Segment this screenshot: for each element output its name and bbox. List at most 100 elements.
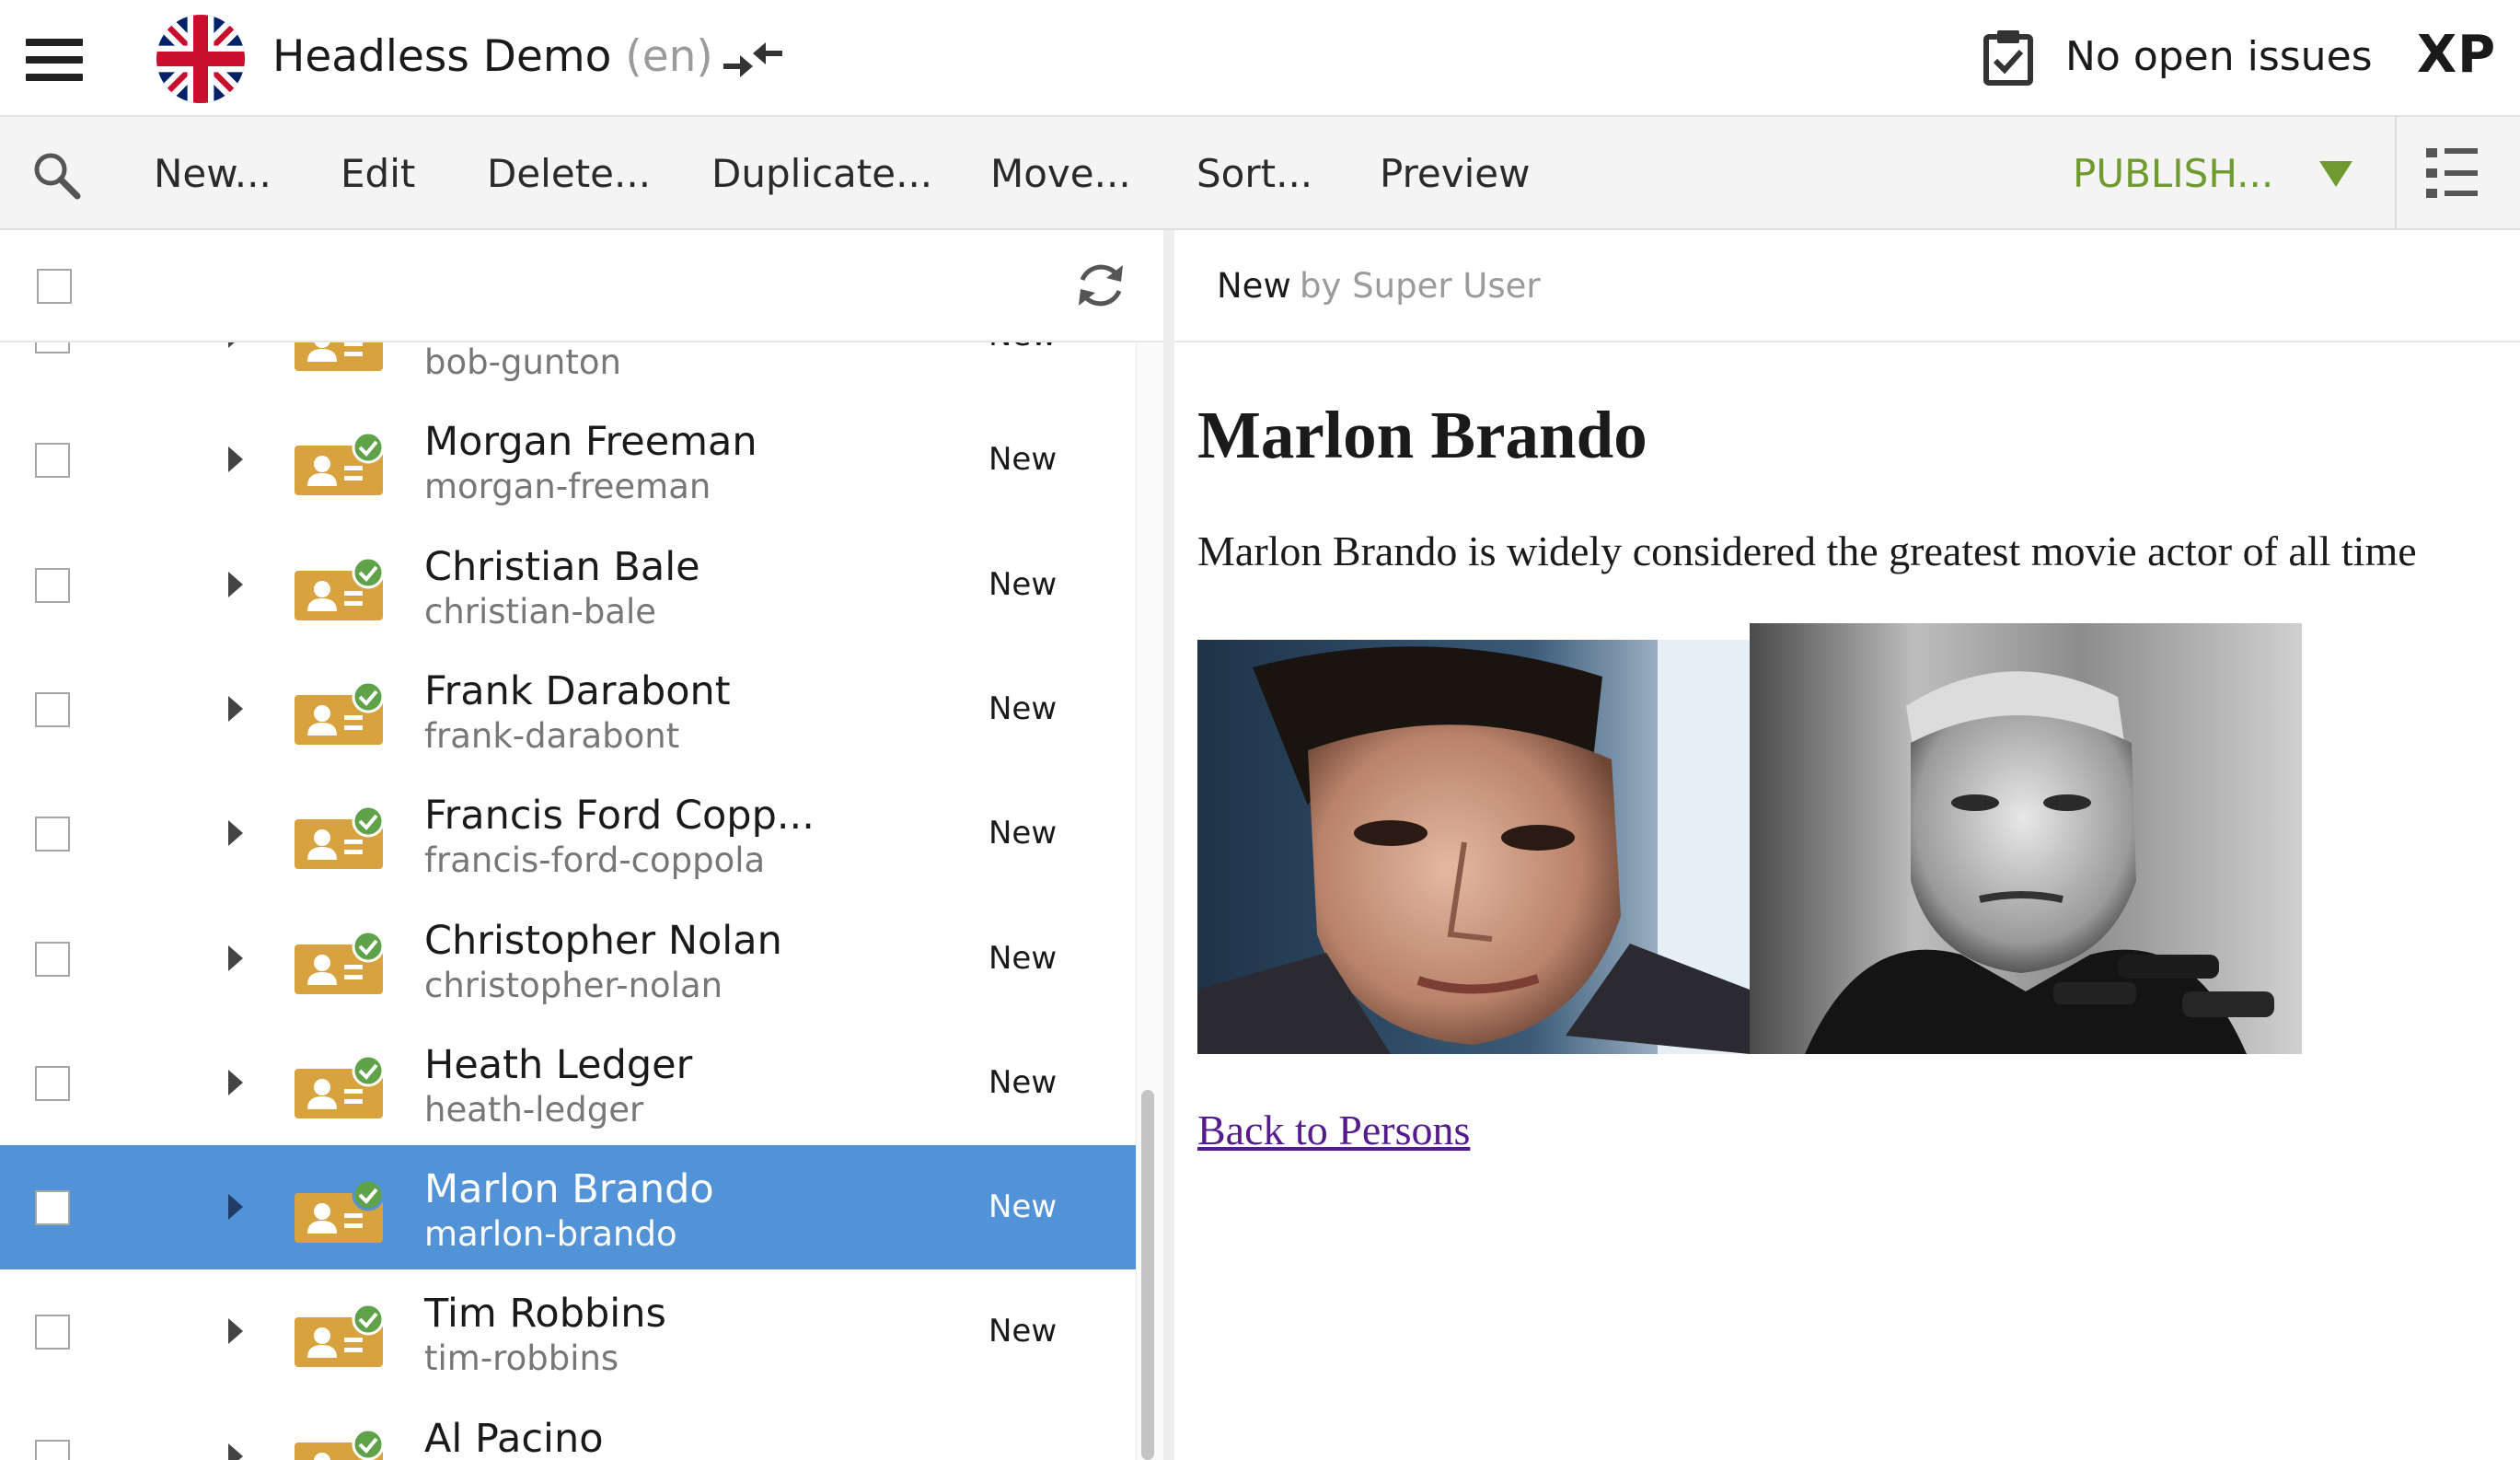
row-path-name: bob-gunton (424, 342, 621, 382)
row-checkbox[interactable] (35, 567, 70, 603)
project-title[interactable]: Headless Demo (en) (272, 28, 713, 87)
toolbar-divider (2395, 117, 2397, 230)
row-display-name: Christopher Nolan (424, 917, 782, 964)
person-content-icon (295, 431, 385, 496)
row-display-name: Francis Ford Copp... (424, 793, 815, 840)
row-checkbox[interactable] (35, 1315, 70, 1350)
tree-row[interactable]: Morgan Freeman morgan-freeman New (0, 398, 1136, 522)
row-display-name: Morgan Freeman (424, 419, 757, 466)
row-status: New (988, 815, 1058, 852)
row-path-name: christopher-nolan (424, 965, 723, 1005)
portrait-photo-young (1197, 640, 1750, 1054)
person-title: Marlon Brando (1197, 398, 1647, 472)
preview-header: New by Super User (1174, 230, 2520, 342)
new-button[interactable]: New... (154, 148, 272, 200)
row-status: New (988, 939, 1058, 977)
row-status: New (988, 342, 1057, 358)
edit-button[interactable]: Edit (341, 148, 415, 200)
project-name: Headless Demo (272, 31, 612, 82)
row-path-name: christian-bale (424, 591, 657, 632)
content-tree-panel: Bob Guntonbob-guntonNewMorgan Freemanmor… (0, 230, 1163, 1460)
row-checkbox[interactable] (35, 817, 70, 852)
xp-logo[interactable]: XP (2417, 26, 2496, 85)
expand-arrow-icon[interactable] (228, 1318, 243, 1345)
preview-status: New (1217, 266, 1291, 306)
switch-arrows-icon[interactable] (720, 37, 786, 83)
row-status: New (988, 1063, 1058, 1101)
back-to-persons-link[interactable]: Back to Persons (1197, 1103, 1470, 1158)
row-checkbox[interactable] (35, 342, 70, 353)
person-content-icon (295, 805, 385, 870)
tree-row[interactable]: Francis Ford Copp... francis-ford-coppola… (0, 771, 1136, 896)
row-display-name: Al Pacino (424, 1415, 604, 1460)
duplicate-button[interactable]: Duplicate... (711, 148, 932, 200)
tree-row[interactable]: Heath Ledger heath-ledger New (0, 1021, 1136, 1145)
row-checkbox[interactable] (35, 1439, 70, 1460)
expand-arrow-icon[interactable] (228, 695, 243, 722)
select-all-checkbox[interactable] (37, 269, 72, 304)
tree-row[interactable]: Christian Bale christian-bale New (0, 523, 1136, 647)
preview-button[interactable]: Preview (1380, 148, 1531, 200)
row-path-name: francis-ford-coppola (424, 840, 766, 881)
search-icon[interactable] (31, 150, 81, 200)
content-tree-list: Bob Guntonbob-guntonNewMorgan Freemanmor… (0, 342, 1136, 1460)
expand-arrow-icon[interactable] (228, 1194, 243, 1221)
expand-arrow-icon[interactable] (228, 1443, 243, 1460)
row-checkbox[interactable] (35, 1190, 70, 1226)
row-status: New (988, 1313, 1058, 1350)
tree-header (0, 230, 1163, 342)
expand-arrow-icon[interactable] (228, 1069, 243, 1095)
project-language: (en) (625, 31, 713, 82)
portrait-photo-older (1750, 623, 2302, 1054)
row-checkbox[interactable] (35, 1065, 70, 1101)
row-status: New (988, 441, 1058, 479)
tree-row-selected[interactable]: Marlon Brando marlon-brando New (0, 1145, 1136, 1270)
expand-arrow-icon[interactable] (228, 820, 243, 847)
refresh-icon[interactable] (1073, 258, 1128, 313)
tree-row[interactable]: Al Pacino (0, 1395, 1136, 1460)
person-content-icon (295, 1303, 385, 1368)
row-display-name: Frank Darabont (424, 667, 731, 714)
tree-scrollbar-thumb[interactable] (1141, 1090, 1154, 1460)
expand-arrow-icon[interactable] (228, 944, 243, 971)
person-content-icon (295, 680, 385, 745)
tree-row[interactable]: Bob Guntonbob-guntonNew (0, 342, 1136, 398)
expand-arrow-icon[interactable] (228, 446, 243, 473)
expand-arrow-icon[interactable] (228, 571, 243, 597)
sort-button[interactable]: Sort... (1196, 148, 1312, 200)
tree-row[interactable]: Tim Robbins tim-robbins New (0, 1269, 1136, 1394)
person-content-icon (295, 1054, 385, 1118)
person-content-icon (295, 556, 385, 620)
expand-arrow-icon[interactable] (228, 342, 243, 348)
row-path-name: morgan-freeman (424, 467, 711, 507)
person-content-icon (295, 342, 383, 371)
row-path-name: frank-darabont (424, 715, 680, 756)
person-content-icon (295, 1178, 385, 1244)
row-display-name: Christian Bale (424, 543, 700, 590)
action-toolbar: New... Edit Delete... Duplicate... Move.… (0, 117, 2520, 230)
row-path-name: marlon-brando (424, 1214, 677, 1255)
row-checkbox[interactable] (35, 941, 70, 977)
preview-panel: New by Super User Marlon Brando Marlon B… (1174, 230, 2520, 1460)
row-path-name: tim-robbins (424, 1338, 619, 1379)
row-status: New (988, 1188, 1058, 1226)
row-display-name: Heath Ledger (424, 1041, 693, 1088)
menu-icon[interactable] (26, 39, 83, 81)
row-path-name: heath-ledger (424, 1089, 644, 1130)
person-content-icon (295, 930, 385, 994)
panel-splitter[interactable] (1163, 230, 1174, 1460)
issues-status[interactable]: No open issues (2065, 29, 2373, 85)
clipboard-check-icon[interactable] (1981, 28, 2036, 87)
publish-menu-dropdown-icon[interactable] (2318, 159, 2354, 189)
person-content-icon (295, 1428, 385, 1460)
tree-row[interactable]: Christopher Nolan christopher-nolan New (0, 897, 1136, 1021)
row-checkbox[interactable] (35, 443, 70, 479)
list-view-icon[interactable] (2426, 146, 2478, 200)
top-bar: Headless Demo (en) No open issues XP (0, 0, 2520, 117)
move-button[interactable]: Move... (990, 148, 1131, 200)
tree-row[interactable]: Frank Darabont frank-darabont New (0, 647, 1136, 771)
publish-button[interactable]: PUBLISH... (2073, 148, 2273, 200)
row-display-name: Marlon Brando (424, 1166, 714, 1213)
delete-button[interactable]: Delete... (487, 148, 651, 200)
row-checkbox[interactable] (35, 691, 70, 727)
